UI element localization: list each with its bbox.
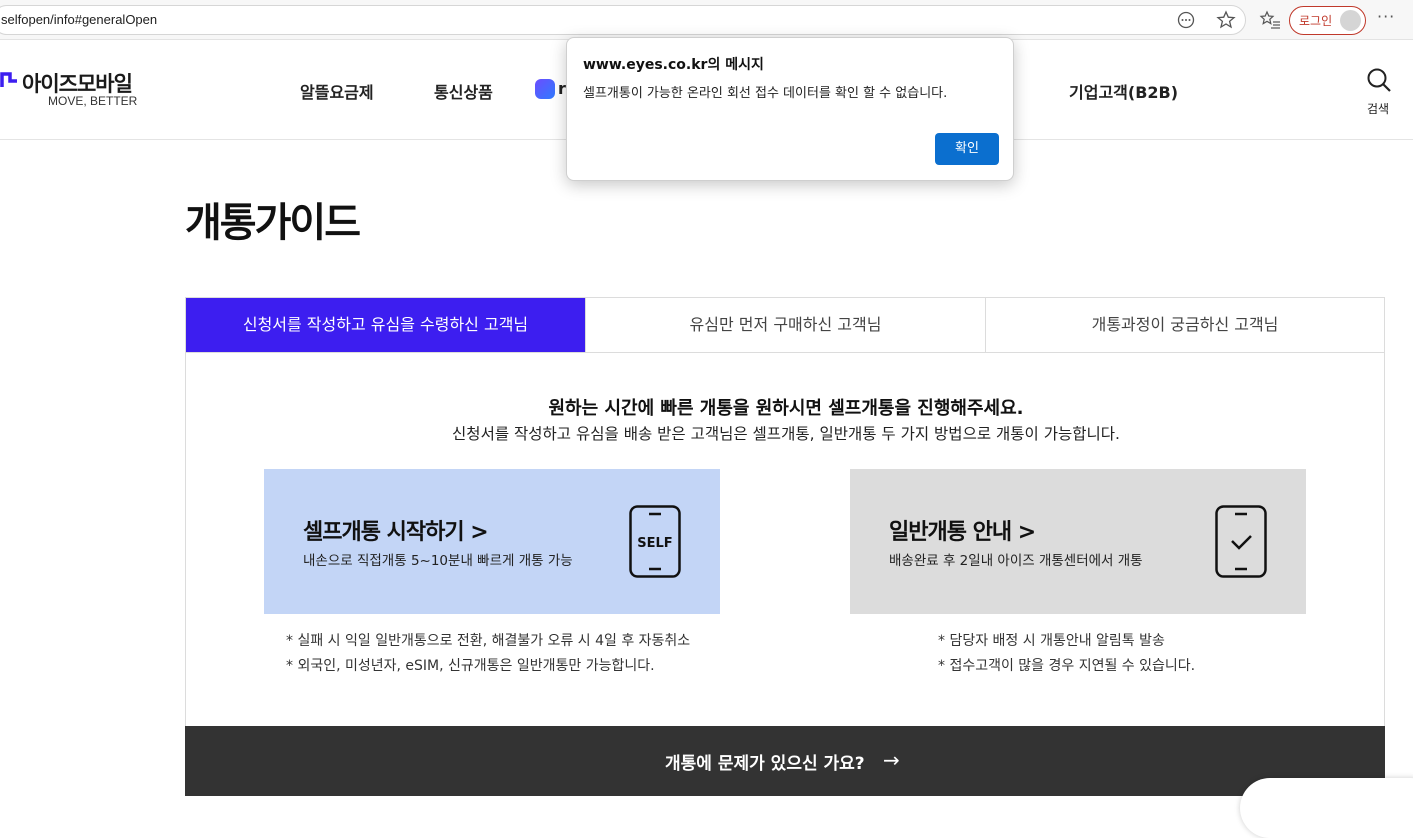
brand-logo-icon[interactable] xyxy=(0,71,20,89)
more-menu-icon[interactable]: ··· xyxy=(1377,8,1395,26)
self-note-2: * 외국인, 미성년자, eSIM, 신규개통은 일반개통만 가능합니다. xyxy=(286,658,655,674)
general-activation-card[interactable]: 일반개통 안내 > 배송완료 후 2일내 아이즈 개통센터에서 개통 xyxy=(850,469,1306,614)
dialog-message: 셀프개통이 가능한 온라인 회선 접수 데이터를 확인 할 수 없습니다. xyxy=(583,86,948,101)
nav-business[interactable]: 기업고객(B2B) xyxy=(1069,79,1178,103)
page-title: 개통가이드 xyxy=(185,200,361,246)
browser-toolbar: selfopen/info#generalOpen 로그인 ··· xyxy=(0,0,1413,40)
self-note-1: * 실패 시 익일 일반개통으로 전환, 해결불가 오류 시 4일 후 자동취소 xyxy=(286,633,691,649)
general-note-1: * 담당자 배정 시 개통안내 알림톡 발송 xyxy=(938,633,1165,649)
address-bar[interactable]: selfopen/info#generalOpen xyxy=(0,5,1246,35)
brand-tagline: MOVE, BETTER xyxy=(48,94,138,108)
tab-usim-first[interactable]: 유심만 먼저 구매하신 고객님 xyxy=(585,298,985,352)
self-card-title[interactable]: 셀프개통 시작하기 > xyxy=(303,514,489,546)
help-bar-text[interactable]: 개통에 문제가 있으신 가요? xyxy=(665,749,865,774)
panel-headline: 원하는 시간에 빠른 개통을 원하시면 셀프개통을 진행해주세요. xyxy=(548,398,1024,419)
guide-tabs: 신청서를 작성하고 유심을 수령하신 고객님 유심만 먼저 구매하신 고객님 개… xyxy=(185,297,1385,353)
favorites-list-icon[interactable] xyxy=(1259,10,1281,30)
help-bar[interactable]: 개통에 문제가 있으신 가요? → xyxy=(185,726,1385,796)
avatar-icon xyxy=(1340,10,1361,31)
self-activation-card[interactable]: 셀프개통 시작하기 > 내손으로 직접개통 5~10분내 빠르게 개통 가능 S… xyxy=(264,469,720,614)
page-actions-icon[interactable] xyxy=(1177,11,1195,29)
alert-dialog: www.eyes.co.kr의 메시지 셀프개통이 가능한 온라인 회선 접수 … xyxy=(566,37,1014,181)
nav-plans[interactable]: 알뜰요금제 xyxy=(300,79,374,103)
general-card-desc: 배송완료 후 2일내 아이즈 개통센터에서 개통 xyxy=(889,553,1143,569)
phone-check-icon xyxy=(1215,505,1267,578)
url-text[interactable]: selfopen/info#generalOpen xyxy=(1,12,157,27)
general-note-2: * 접수고객이 많을 경우 지연될 수 있습니다. xyxy=(938,658,1196,674)
phone-self-icon: SELF xyxy=(629,505,681,578)
dialog-ok-button[interactable]: 확인 xyxy=(935,133,999,165)
general-card-title[interactable]: 일반개통 안내 > xyxy=(889,514,1036,546)
panel-subline: 신청서를 작성하고 유심을 배송 받은 고객님은 셀프개통, 일반개통 두 가지… xyxy=(452,425,1120,443)
arrow-right-icon[interactable]: → xyxy=(883,748,900,772)
favorite-star-icon[interactable] xyxy=(1216,10,1236,30)
tab-application-usim[interactable]: 신청서를 작성하고 유심을 수령하신 고객님 xyxy=(186,298,585,352)
floating-widget[interactable] xyxy=(1240,778,1413,838)
nav-products[interactable]: 통신상품 xyxy=(434,79,493,103)
dialog-title: www.eyes.co.kr의 메시지 xyxy=(583,57,764,73)
login-label: 로그인 xyxy=(1299,14,1333,28)
search-icon[interactable] xyxy=(1366,67,1392,93)
search-label[interactable]: 검색 xyxy=(1367,100,1389,117)
profile-login-button[interactable]: 로그인 xyxy=(1289,6,1366,35)
nav-partial[interactable]: r xyxy=(558,79,566,98)
self-card-desc: 내손으로 직접개통 5~10분내 빠르게 개통 가능 xyxy=(303,553,573,569)
nav-badge-icon[interactable] xyxy=(535,79,555,99)
tab-process[interactable]: 개통과정이 궁금하신 고객님 xyxy=(985,298,1384,352)
phone-self-label: SELF xyxy=(637,536,672,551)
